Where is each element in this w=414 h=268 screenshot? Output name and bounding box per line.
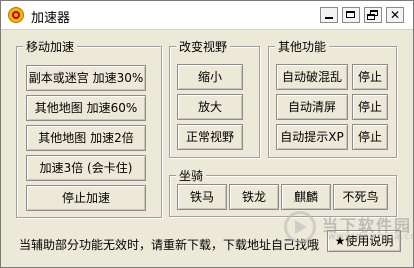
auto-break-chaos-button[interactable]: 自动破混乱 (276, 64, 348, 90)
group-view-title: 改变视野 (176, 38, 231, 55)
title-bar[interactable]: 加速器 ✕ (1, 1, 413, 30)
star-icon: ★ (334, 234, 346, 248)
stop-speed-button[interactable]: 停止加速 (26, 185, 146, 211)
speed-2x-button[interactable]: 其他地图 加速2倍 (26, 125, 146, 151)
stop-clear-screen-button[interactable]: 停止 (352, 94, 388, 120)
normal-view-button[interactable]: 正常视野 (177, 124, 243, 150)
status-message: 当辅助部分功能无效时，请重新下载，下载地址自己找哦 (19, 238, 320, 252)
close-button[interactable]: ✕ (386, 7, 404, 23)
mount-iron-dragon-button[interactable]: 铁龙 (229, 184, 279, 210)
mount-iron-horse-button[interactable]: 铁马 (177, 184, 227, 210)
app-window: 加速器 ✕ 移动加速 副本或迷宫 加速30% 其他地图 加速60% 其他地图 加… (0, 0, 414, 268)
minimize-button[interactable] (320, 7, 338, 23)
auto-clear-screen-button[interactable]: 自动清屏 (276, 94, 348, 120)
help-button-label: 使用说明 (345, 234, 394, 248)
help-button[interactable]: ★使用说明 (327, 230, 401, 252)
group-other-title: 其他功能 (275, 38, 330, 55)
speed-30-button[interactable]: 副本或迷宫 加速30% (26, 65, 146, 91)
speed-3x-button[interactable]: 加速3倍 (会卡住) (26, 155, 146, 181)
group-mount-title: 坐骑 (176, 167, 207, 184)
speed-60-button[interactable]: 其他地图 加速60% (26, 95, 146, 121)
mount-qilin-button[interactable]: 麒麟 (281, 184, 331, 210)
auto-hint-xp-button[interactable]: 自动提示XP (276, 124, 348, 150)
maximize-button[interactable] (342, 7, 360, 23)
restore-button[interactable] (364, 7, 382, 23)
group-move-speed-title: 移动加速 (23, 38, 78, 55)
window-title: 加速器 (31, 11, 71, 26)
stop-break-chaos-button[interactable]: 停止 (352, 64, 388, 90)
app-icon (8, 7, 24, 23)
zoom-in-button[interactable]: 放大 (177, 94, 243, 120)
stop-hint-xp-button[interactable]: 停止 (352, 124, 388, 150)
mount-phoenix-button[interactable]: 不死鸟 (333, 184, 388, 210)
zoom-out-button[interactable]: 缩小 (177, 64, 243, 90)
